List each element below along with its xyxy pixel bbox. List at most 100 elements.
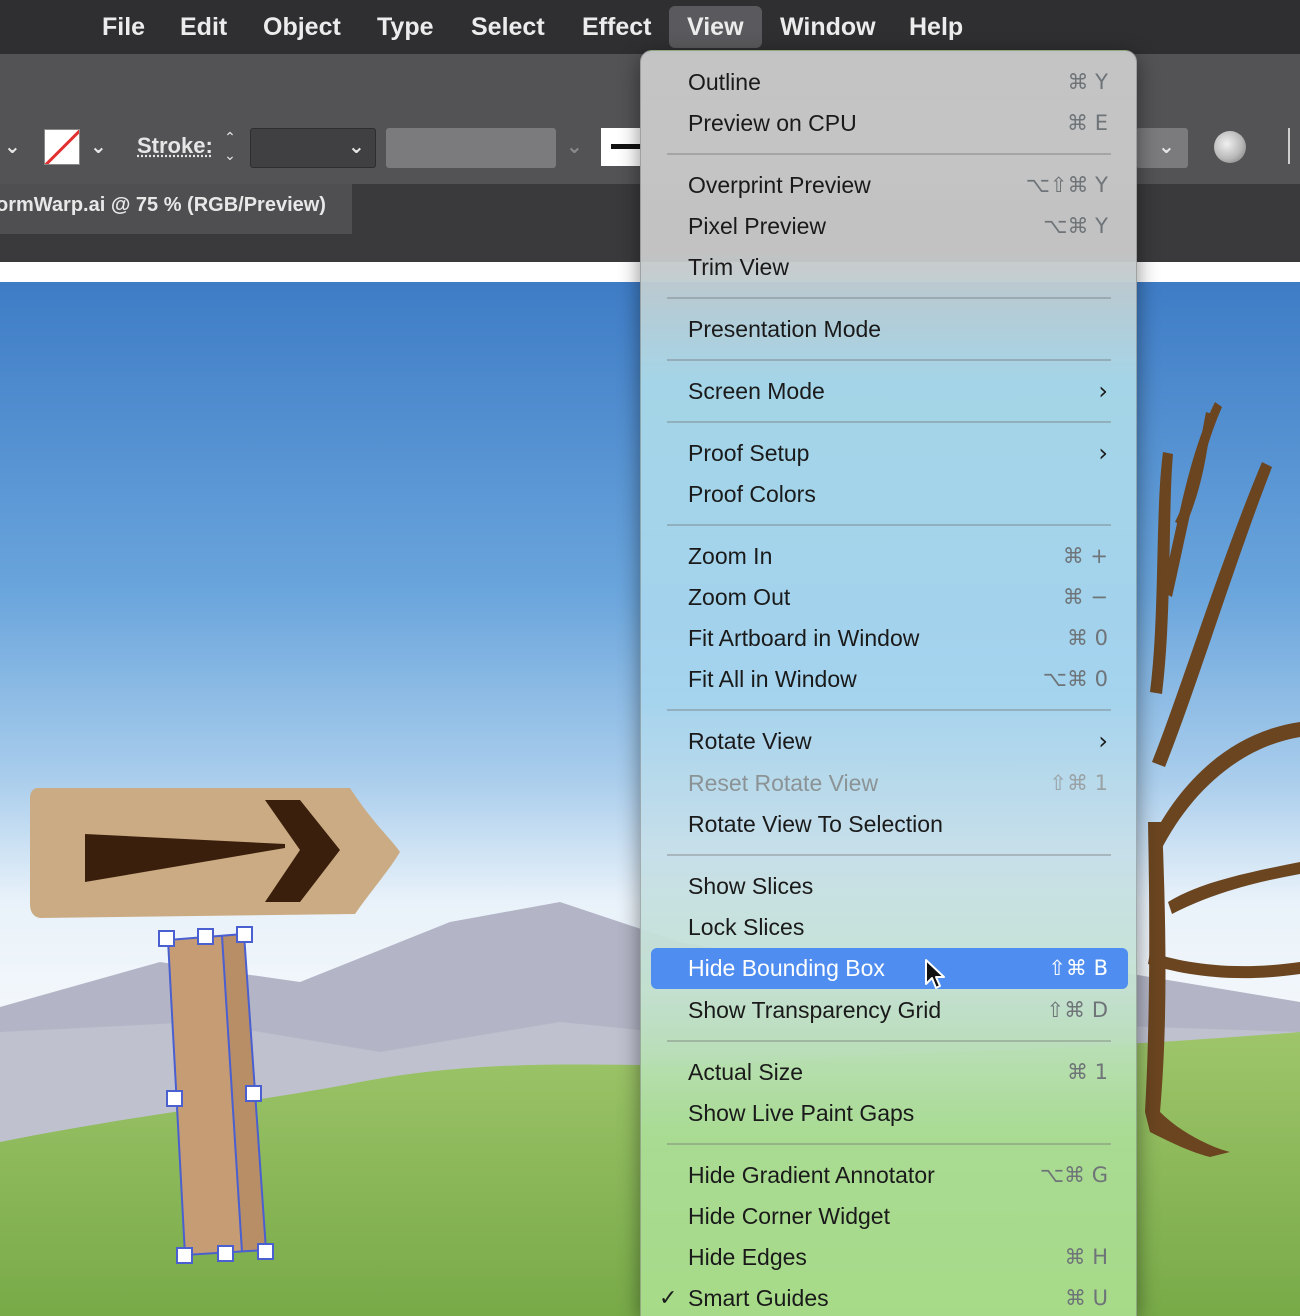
menu-item-label: Preview on CPU (688, 110, 857, 136)
chevron-down-icon[interactable]: ⌄ (90, 134, 107, 159)
sign-board (30, 788, 400, 918)
menu-edit[interactable]: Edit (162, 6, 245, 48)
menu-item-label: Show Slices (688, 873, 814, 899)
shortcut-label: ⌘ Y (1067, 70, 1108, 94)
menu-item-label: Hide Bounding Box (688, 955, 885, 981)
menu-item-label: Outline (688, 69, 761, 95)
menu-item-hide-gradient-annotator[interactable]: Hide Gradient Annotator ⌥⌘ G (651, 1155, 1128, 1196)
menu-item-label: Show Transparency Grid (688, 997, 942, 1023)
document-tab[interactable]: ormWarp.ai @ 75 % (RGB/Preview) (0, 184, 352, 234)
stroke-label[interactable]: Stroke: (137, 133, 213, 159)
menu-item-overprint-preview[interactable]: Overprint Preview ⌥⇧⌘ Y (651, 165, 1128, 206)
menu-item-label: Presentation Mode (688, 316, 882, 342)
menu-separator (667, 153, 1111, 155)
menu-item-show-slices[interactable]: Show Slices (651, 866, 1128, 907)
menu-item-label: Hide Gradient Annotator (688, 1162, 935, 1188)
shortcut-label: ⌥⇧⌘ Y (1025, 173, 1108, 197)
submenu-chevron-icon: › (1098, 377, 1108, 405)
menu-separator (667, 421, 1111, 423)
shortcut-label: ⇧⌘ B (1048, 956, 1108, 980)
menu-item-pixel-preview[interactable]: Pixel Preview ⌥⌘ Y (651, 206, 1128, 247)
shortcut-label: ⌘ 1 (1066, 1060, 1108, 1084)
menu-item-rotate-view-to-selection[interactable]: Rotate View To Selection (651, 804, 1128, 845)
menu-item-label: Actual Size (688, 1059, 804, 1085)
shortcut-label: ⌘ H (1064, 1245, 1108, 1269)
submenu-chevron-icon: › (1098, 727, 1108, 755)
menu-item-outline[interactable]: Outline ⌘ Y (651, 62, 1128, 103)
shortcut-label: ⌘ 0 (1066, 626, 1108, 650)
menu-item-fit-artboard[interactable]: Fit Artboard in Window ⌘ 0 (651, 618, 1128, 659)
stepper-icon[interactable]: ⌃ ⌄ (216, 128, 244, 168)
menu-item-trim-view[interactable]: Trim View (651, 247, 1128, 288)
menu-window[interactable]: Window (762, 6, 894, 48)
fill-none-swatch[interactable] (44, 129, 80, 165)
menu-effect[interactable]: Effect (564, 6, 669, 48)
shortcut-label: ⌘ U (1064, 1286, 1108, 1310)
menu-item-label: Overprint Preview (688, 172, 871, 198)
menu-object[interactable]: Object (245, 6, 359, 48)
menu-item-label: Zoom In (688, 543, 773, 569)
menu-item-show-live-paint-gaps[interactable]: Show Live Paint Gaps (651, 1093, 1128, 1134)
menu-item-fit-all[interactable]: Fit All in Window ⌥⌘ 0 (651, 659, 1128, 700)
menu-item-label: Rotate View (688, 728, 812, 754)
menu-file[interactable]: File (84, 6, 163, 48)
menu-item-preview-on-cpu[interactable]: Preview on CPU ⌘ E (651, 103, 1128, 144)
menu-item-label: Proof Setup (688, 440, 810, 466)
menu-item-label: Rotate View To Selection (688, 811, 943, 837)
menu-item-screen-mode[interactable]: Screen Mode › (651, 371, 1128, 412)
document-title: ormWarp.ai @ 75 % (RGB/Preview) (0, 194, 326, 216)
menu-item-label: Pixel Preview (688, 213, 827, 239)
menu-item-actual-size[interactable]: Actual Size ⌘ 1 (651, 1052, 1128, 1093)
menu-item-reset-rotate-view: Reset Rotate View ⇧⌘ 1 (651, 763, 1128, 804)
menu-item-label: Fit All in Window (688, 666, 857, 692)
shortcut-label: ⇧⌘ D (1046, 998, 1108, 1022)
menu-item-label: Zoom Out (688, 584, 791, 610)
shortcut-label: ⌥⌘ G (1039, 1163, 1108, 1187)
variable-width-field[interactable] (386, 128, 556, 168)
mouse-pointer-icon (925, 959, 945, 989)
panel-edge-icon[interactable] (1288, 128, 1300, 164)
shortcut-label: ⌘ + (1062, 544, 1108, 568)
menu-item-zoom-out[interactable]: Zoom Out ⌘ − (651, 577, 1128, 618)
view-menu-dropdown: Outline ⌘ Y Preview on CPU ⌘ E Overprint… (640, 50, 1137, 1316)
shortcut-label: ⇧⌘ 1 (1049, 771, 1108, 795)
brush-preview[interactable] (601, 128, 641, 166)
chevron-down-icon: ⌄ (566, 136, 583, 158)
menu-item-label: Hide Corner Widget (688, 1203, 890, 1229)
menu-item-proof-setup[interactable]: Proof Setup › (651, 433, 1128, 474)
color-globe-icon[interactable] (1214, 131, 1246, 163)
menu-item-label: Hide Edges (688, 1244, 807, 1270)
menu-separator (667, 1143, 1111, 1145)
submenu-chevron-icon: › (1098, 439, 1108, 467)
chevron-down-icon[interactable]: ⌄ (348, 134, 365, 159)
menu-separator (667, 297, 1111, 299)
shortcut-label: ⌥⌘ Y (1043, 214, 1108, 238)
menu-help[interactable]: Help (891, 6, 981, 48)
menu-item-label: Lock Slices (688, 914, 805, 940)
menu-item-label: Trim View (688, 254, 789, 280)
menu-item-presentation-mode[interactable]: Presentation Mode (651, 309, 1128, 350)
menu-separator (667, 709, 1111, 711)
shortcut-label: ⌥⌘ 0 (1042, 667, 1108, 691)
menu-item-smart-guides[interactable]: ✓ Smart Guides ⌘ U (651, 1278, 1128, 1316)
menu-separator (667, 524, 1111, 526)
menu-item-label: Show Live Paint Gaps (688, 1100, 915, 1126)
menu-view[interactable]: View (669, 6, 762, 48)
menu-item-hide-corner-widget[interactable]: Hide Corner Widget (651, 1196, 1128, 1237)
menu-item-zoom-in[interactable]: Zoom In ⌘ + (651, 536, 1128, 577)
menu-item-hide-bounding-box[interactable]: Hide Bounding Box ⇧⌘ B (651, 948, 1128, 989)
menu-item-proof-colors[interactable]: Proof Colors (651, 474, 1128, 515)
menu-separator (667, 1040, 1111, 1042)
menu-item-show-transparency-grid[interactable]: Show Transparency Grid ⇧⌘ D (651, 990, 1128, 1031)
menu-item-label: Smart Guides (688, 1285, 829, 1311)
menu-separator (667, 854, 1111, 856)
menu-item-lock-slices[interactable]: Lock Slices (651, 907, 1128, 948)
menu-type[interactable]: Type (359, 6, 452, 48)
menu-item-hide-edges[interactable]: Hide Edges ⌘ H (651, 1237, 1128, 1278)
menu-item-label: Proof Colors (688, 481, 816, 507)
menu-item-rotate-view[interactable]: Rotate View › (651, 721, 1128, 762)
chevron-down-icon[interactable]: ⌄ (4, 134, 21, 159)
menu-select[interactable]: Select (453, 6, 563, 48)
menu-item-label: Screen Mode (688, 378, 825, 404)
chevron-down-icon[interactable]: ⌄ (1158, 134, 1175, 159)
